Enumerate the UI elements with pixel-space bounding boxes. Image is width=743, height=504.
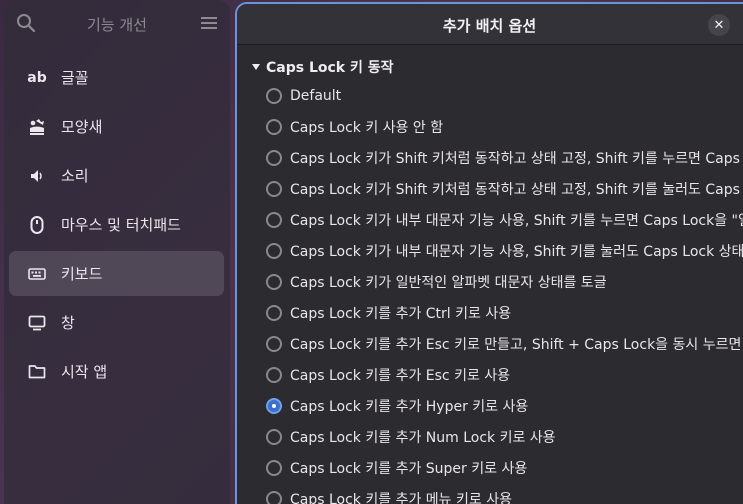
dialog-header: 추가 배치 옵션 ✕ <box>237 4 743 45</box>
radio-button[interactable] <box>266 490 282 504</box>
radio-button[interactable] <box>266 335 282 352</box>
sidebar-item-label: 글꼴 <box>61 69 89 87</box>
radio-option[interactable]: Default <box>266 80 743 111</box>
radio-button[interactable] <box>266 242 282 259</box>
radio-button[interactable] <box>266 366 282 383</box>
radio-option[interactable]: Caps Lock 키를 추가 Num Lock 키로 사용 <box>266 421 743 452</box>
close-icon: ✕ <box>713 17 725 33</box>
radio-option-label: Caps Lock 키를 추가 메뉴 키로 사용 <box>290 491 512 504</box>
sidebar-item-label: 창 <box>61 314 75 332</box>
sidebar-list: ab 글꼴 모양새 소리 마우스 및 터치패드 키보드 창 시작 앱 <box>9 55 224 398</box>
radio-option[interactable]: Caps Lock 키가 Shift 키처럼 동작하고 상태 고정, Shift… <box>266 173 743 204</box>
sidebar-item-label: 시작 앱 <box>61 363 108 381</box>
radio-button[interactable] <box>266 304 282 321</box>
radio-option-label: Caps Lock 키가 Shift 키처럼 동작하고 상태 고정, Shift… <box>290 181 743 198</box>
radio-button[interactable] <box>266 118 282 135</box>
font-icon: ab <box>27 69 47 86</box>
radio-option[interactable]: Caps Lock 키를 추가 메뉴 키로 사용 <box>266 483 743 504</box>
radio-option-label: Default <box>290 87 342 104</box>
radio-option-label: Caps Lock 키 사용 안 함 <box>290 119 444 136</box>
radio-option-label: Caps Lock 키를 추가 Hyper 키로 사용 <box>290 398 529 415</box>
caps-lock-options-list: Default Caps Lock 키 사용 안 함 Caps Lock 키가 Sh… <box>266 80 743 504</box>
sidebar-item-startup-apps[interactable]: 시작 앱 <box>9 349 224 394</box>
dialog-title: 추가 배치 옵션 <box>442 17 537 35</box>
expander-down-icon <box>252 64 260 70</box>
radio-option[interactable]: Caps Lock 키가 내부 대문자 기능 사용, Shift 키를 누르면 … <box>266 204 743 235</box>
radio-option[interactable]: Caps Lock 키를 추가 Ctrl 키로 사용 <box>266 297 743 328</box>
radio-option[interactable]: Caps Lock 키가 내부 대문자 기능 사용, Shift 키를 눌러도 … <box>266 235 743 266</box>
radio-option-label: Caps Lock 키를 추가 Num Lock 키로 사용 <box>290 429 556 446</box>
sidebar: 기능 개선 ab 글꼴 모양새 소리 마우스 및 터치패드 키보드 창 시작 앱 <box>4 0 230 504</box>
radio-button[interactable] <box>266 149 282 166</box>
sidebar-item-mouse-touchpad[interactable]: 마우스 및 터치패드 <box>9 202 224 247</box>
radio-option[interactable]: Caps Lock 키 사용 안 함 <box>266 111 743 142</box>
sidebar-title: 기능 개선 <box>87 16 147 34</box>
radio-option-label: Caps Lock 키가 일반적인 알파벳 대문자 상태를 토글 <box>290 274 607 291</box>
sidebar-item-keyboard[interactable]: 키보드 <box>9 251 224 296</box>
sidebar-item-label: 소리 <box>61 167 89 185</box>
radio-option-label: Caps Lock 키가 Shift 키처럼 동작하고 상태 고정, Shift… <box>290 150 743 167</box>
folder-icon <box>27 362 47 382</box>
radio-option-label: Caps Lock 키를 추가 Super 키로 사용 <box>290 460 528 477</box>
sidebar-item-windows[interactable]: 창 <box>9 300 224 345</box>
window-icon <box>27 313 47 333</box>
radio-option[interactable]: Caps Lock 키가 Shift 키처럼 동작하고 상태 고정, Shift… <box>266 142 743 173</box>
caps-lock-section-header[interactable]: Caps Lock 키 동작 <box>251 57 394 77</box>
radio-option-label: Caps Lock 키가 내부 대문자 기능 사용, Shift 키를 눌러도 … <box>290 243 743 260</box>
keyboard-icon <box>27 264 47 284</box>
radio-option[interactable]: Caps Lock 키를 추가 Hyper 키로 사용 <box>266 390 743 421</box>
mouse-icon <box>27 215 47 235</box>
sidebar-item-fonts[interactable]: ab 글꼴 <box>9 55 224 100</box>
radio-button[interactable] <box>266 87 282 104</box>
radio-option[interactable]: Caps Lock 키를 추가 Esc 키로 만들고, Shift + Caps… <box>266 328 743 359</box>
layout-options-dialog: 추가 배치 옵션 ✕ Caps Lock 키 동작 Default Caps Lo… <box>235 2 743 504</box>
speaker-icon <box>27 166 47 186</box>
radio-option[interactable]: Caps Lock 키가 일반적인 알파벳 대문자 상태를 토글 <box>266 266 743 297</box>
radio-button[interactable] <box>266 428 282 445</box>
radio-button[interactable] <box>266 180 282 197</box>
radio-button[interactable] <box>266 459 282 476</box>
radio-option-label: Caps Lock 키를 추가 Esc 키로 만들고, Shift + Caps… <box>290 336 743 353</box>
section-label: Caps Lock 키 동작 <box>266 60 394 76</box>
appearance-icon <box>27 117 47 137</box>
radio-option-label: Caps Lock 키를 추가 Esc 키로 사용 <box>290 367 511 384</box>
radio-option[interactable]: Caps Lock 키를 추가 Super 키로 사용 <box>266 452 743 483</box>
sidebar-item-label: 키보드 <box>61 265 103 283</box>
sidebar-item-appearance[interactable]: 모양새 <box>9 104 224 149</box>
radio-option-label: Caps Lock 키를 추가 Ctrl 키로 사용 <box>290 305 512 322</box>
radio-option-label: Caps Lock 키가 내부 대문자 기능 사용, Shift 키를 누르면 … <box>290 212 743 229</box>
sidebar-header: 기능 개선 <box>4 0 230 48</box>
radio-button[interactable] <box>266 273 282 290</box>
sidebar-item-sound[interactable]: 소리 <box>9 153 224 198</box>
sidebar-item-label: 마우스 및 터치패드 <box>61 216 181 234</box>
radio-button[interactable] <box>266 211 282 228</box>
hamburger-menu-icon[interactable] <box>200 14 218 32</box>
sidebar-item-label: 모양새 <box>61 118 103 136</box>
radio-option[interactable]: Caps Lock 키를 추가 Esc 키로 사용 <box>266 359 743 390</box>
radio-button-checked[interactable] <box>266 397 282 414</box>
close-button[interactable]: ✕ <box>708 14 730 36</box>
